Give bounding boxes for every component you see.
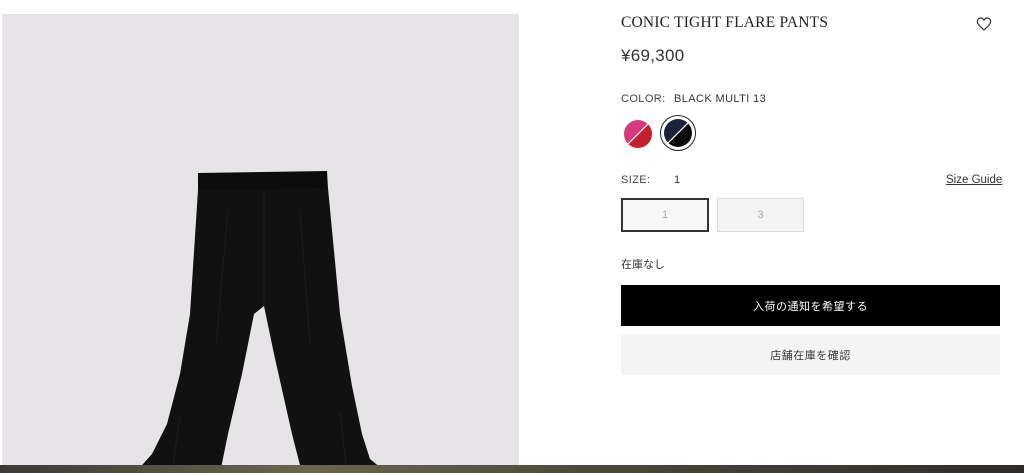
heart-outline-icon[interactable] <box>976 16 992 32</box>
stock-status: 在庫なし <box>621 259 665 271</box>
color-label: COLOR: <box>621 93 666 105</box>
color-swatch-pink-red[interactable] <box>623 119 653 149</box>
color-selected-value: BLACK MULTI 13 <box>674 93 767 105</box>
product-image[interactable] <box>2 14 519 473</box>
size-option-3[interactable]: 3 <box>717 198 804 232</box>
size-option-label: 1 <box>661 209 669 221</box>
product-price: ¥69,300 <box>621 46 685 65</box>
product-title: CONIC TIGHT FLARE PANTS <box>621 14 829 31</box>
size-guide-link[interactable]: Size Guide <box>946 174 1002 186</box>
size-option-label: 3 <box>757 209 764 221</box>
size-option-1[interactable]: 1 <box>621 198 709 232</box>
product-page: CONIC TIGHT FLARE PANTS ¥69,300 COLOR: B… <box>0 0 1024 473</box>
notify-restock-button[interactable]: 入荷の通知を希望する <box>621 285 1000 326</box>
color-swatch-black-multi-13[interactable] <box>663 118 693 148</box>
size-label: SIZE: <box>621 174 651 186</box>
pants-illustration <box>135 171 387 473</box>
notify-restock-label: 入荷の通知を希望する <box>753 300 868 313</box>
size-selected-value: 1 <box>674 174 681 186</box>
check-store-stock-label: 店舗在庫を確認 <box>770 349 851 362</box>
product-info-panel: CONIC TIGHT FLARE PANTS ¥69,300 COLOR: B… <box>621 0 1002 473</box>
check-store-stock-button[interactable]: 店舗在庫を確認 <box>621 334 1000 375</box>
